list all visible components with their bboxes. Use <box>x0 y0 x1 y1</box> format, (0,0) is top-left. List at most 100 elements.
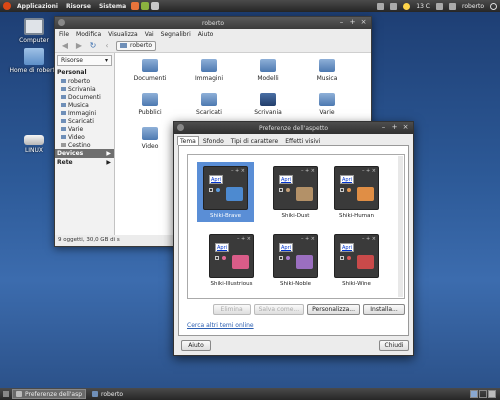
sidebar-item-varie[interactable]: Varie <box>55 125 114 133</box>
volume-icon[interactable] <box>390 2 398 10</box>
sidebar-item-scaricati[interactable]: Scaricati <box>55 117 114 125</box>
file-item-scrivania[interactable]: Scrivania <box>239 93 297 123</box>
window-menu-icon[interactable] <box>177 124 184 131</box>
file-label: Varie <box>319 109 335 116</box>
taskbar-item-roberto[interactable]: roberto <box>89 389 126 399</box>
theme-item-shiki-brave[interactable]: – + × Apri Shiki-Brave <box>197 162 254 222</box>
power-icon[interactable] <box>490 2 497 10</box>
file-label: Pubblici <box>138 109 162 116</box>
mail-launcher-icon[interactable] <box>141 2 150 10</box>
menu-file[interactable]: File <box>59 31 69 38</box>
theme-list-scrollbar[interactable] <box>398 156 403 297</box>
tab-fonts[interactable]: Tipi di carattere <box>228 136 281 145</box>
temperature-label[interactable]: 13 C <box>416 3 430 10</box>
ubuntu-logo-icon[interactable] <box>3 2 11 10</box>
menu-system[interactable]: Sistema <box>95 3 130 10</box>
dialog-titlebar[interactable]: Preferenze dell'aspetto – + × <box>174 122 413 134</box>
workspace-1[interactable] <box>470 390 478 398</box>
sidebar-item-scrivania[interactable]: Scrivania <box>55 85 114 93</box>
taskbar-item-appearance[interactable]: Preferenze dell'asp <box>12 389 87 399</box>
minimize-icon[interactable]: – <box>337 18 346 27</box>
sidebar-selector-label: Risorse <box>61 57 83 64</box>
sidebar-item-musica[interactable]: Musica <box>55 101 114 109</box>
theme-item-shiki-dust[interactable]: – + × Apri Shiki-Dust <box>267 162 324 222</box>
video-folder-icon <box>142 127 158 140</box>
menu-places[interactable]: Risorse <box>62 3 95 10</box>
firefox-launcher-icon[interactable] <box>131 2 140 10</box>
file-item-varie[interactable]: Varie <box>298 93 356 123</box>
window-buttons-icon: – + × <box>300 236 315 242</box>
file-item-musica[interactable]: Musica <box>298 59 356 89</box>
preview-open-button: Apri <box>279 243 293 252</box>
mail-icon[interactable] <box>436 2 443 10</box>
sidebar-item-label: Video <box>68 133 85 141</box>
window-menu-icon[interactable] <box>58 19 65 26</box>
menu-help[interactable]: Aiuto <box>198 31 214 38</box>
drive-icon <box>24 135 44 145</box>
sidebar-item-immagini[interactable]: Immagini <box>55 109 114 117</box>
theme-item-shiki-human[interactable]: – + × Apri Shiki-Human <box>328 162 385 222</box>
save-as-button[interactable]: Salva come... <box>253 304 305 315</box>
file-item-video[interactable]: Video <box>121 127 179 157</box>
user-icon <box>449 2 456 10</box>
file-item-scaricati[interactable]: Scaricati <box>180 93 238 123</box>
back-icon[interactable]: ◀ <box>60 41 70 51</box>
file-manager-titlebar[interactable]: roberto – + × <box>55 17 371 29</box>
sidebar-heading-devices[interactable]: Devices ▶ <box>55 149 114 158</box>
checkbox-icon <box>340 188 344 192</box>
delete-button[interactable]: Elimina <box>212 304 251 315</box>
close-icon[interactable]: × <box>401 123 410 132</box>
home-icon <box>61 79 66 83</box>
forward-icon[interactable]: ▶ <box>74 41 84 51</box>
path-left-icon[interactable]: ‹ <box>102 41 112 51</box>
file-item-modelli[interactable]: Modelli <box>239 59 297 89</box>
theme-item-shiki-wine[interactable]: – + × Apri Shiki-Wine <box>328 230 385 290</box>
user-name[interactable]: roberto <box>462 3 484 10</box>
install-button[interactable]: Installa... <box>363 304 405 315</box>
sidebar-item-label: roberto <box>68 77 90 85</box>
location-button[interactable]: roberto <box>116 40 156 51</box>
show-desktop-icon[interactable] <box>3 391 9 397</box>
menu-edit[interactable]: Modifica <box>76 31 101 38</box>
tab-visual-effects[interactable]: Effetti visivi <box>282 136 323 145</box>
weather-icon[interactable] <box>403 2 411 10</box>
menu-bookmarks[interactable]: Segnalibri <box>161 31 191 38</box>
maximize-icon[interactable]: + <box>390 123 399 132</box>
menu-applications[interactable]: Applicazioni <box>13 3 62 10</box>
close-button[interactable]: Chiudi <box>379 340 409 351</box>
file-item-pubblici[interactable]: Pubblici <box>121 93 179 123</box>
workspace-2[interactable] <box>479 390 487 398</box>
reload-icon[interactable]: ↻ <box>88 41 98 51</box>
menu-view[interactable]: Visualizza <box>108 31 138 38</box>
sidebar-item-roberto[interactable]: roberto <box>55 77 114 85</box>
menu-go[interactable]: Vai <box>145 31 154 38</box>
close-icon[interactable]: × <box>359 18 368 27</box>
network-icon[interactable] <box>377 2 385 10</box>
radio-icon <box>286 188 290 192</box>
maximize-icon[interactable]: + <box>348 18 357 27</box>
tab-background[interactable]: Sfondo <box>200 136 227 145</box>
checkbox-icon <box>215 256 219 260</box>
file-item-immagini[interactable]: Immagini <box>180 59 238 89</box>
theme-preview: – + × Apri <box>209 234 254 278</box>
sidebar-item-video[interactable]: Video <box>55 133 114 141</box>
tab-theme[interactable]: Tema <box>177 136 199 145</box>
trash-icon[interactable] <box>488 390 496 398</box>
sidebar-selector[interactable]: Risorse ▾ <box>57 55 112 66</box>
folder-icon <box>319 93 335 106</box>
more-themes-link[interactable]: Cerca altri temi online <box>187 322 254 329</box>
sidebar-item-documenti[interactable]: Documenti <box>55 93 114 101</box>
sidebar-heading-network[interactable]: Rete ▶ <box>55 158 114 167</box>
theme-list[interactable]: – + × Apri Shiki-Brave – + × Apri Shiki-… <box>187 154 405 299</box>
file-item-documenti[interactable]: Documenti <box>121 59 179 89</box>
theme-item-shiki-noble[interactable]: – + × Apri Shiki-Noble <box>267 230 324 290</box>
workspace-switcher[interactable] <box>469 390 496 398</box>
checkbox-icon <box>279 188 283 192</box>
theme-item-shiki-illustrious[interactable]: – + × Apri Shiki-Illustrious <box>203 230 260 290</box>
customize-button[interactable]: Personalizza... <box>307 304 360 315</box>
help-launcher-icon[interactable] <box>151 2 160 10</box>
sidebar-item-cestino[interactable]: Cestino <box>55 141 114 149</box>
minimize-icon[interactable]: – <box>379 123 388 132</box>
help-button[interactable]: Aiuto <box>181 340 211 351</box>
folder-icon <box>226 187 243 201</box>
